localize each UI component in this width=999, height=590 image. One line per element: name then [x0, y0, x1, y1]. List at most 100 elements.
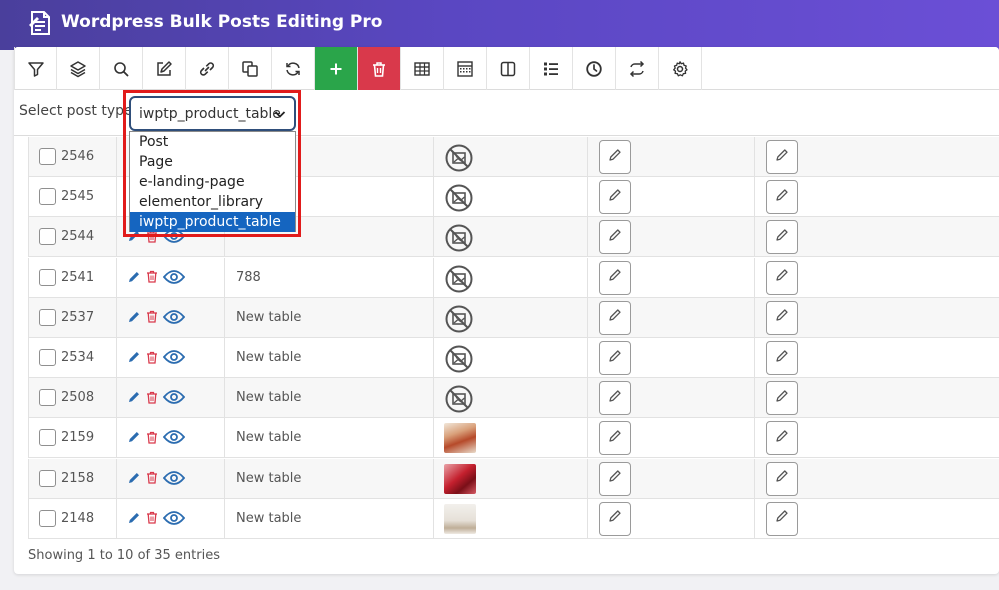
gear-icon	[673, 60, 688, 76]
edit-field-button[interactable]	[766, 180, 798, 215]
edit-field-button[interactable]	[599, 180, 631, 215]
row-checkbox[interactable]	[39, 509, 56, 527]
grid-view-button[interactable]	[444, 47, 487, 90]
refresh-button[interactable]	[272, 47, 315, 90]
eye-icon[interactable]	[162, 429, 186, 450]
edit-field-button[interactable]	[599, 140, 631, 174]
option-post[interactable]: Post	[130, 132, 295, 152]
actions-cell	[117, 257, 225, 298]
pencil-icon	[608, 349, 622, 368]
list-view-button[interactable]	[530, 47, 573, 90]
trash-icon[interactable]	[146, 511, 158, 529]
pencil-icon[interactable]	[127, 270, 141, 289]
edit-field-button[interactable]	[599, 220, 631, 255]
no-image-icon[interactable]	[445, 345, 473, 373]
list-icon	[544, 62, 558, 75]
row-checkbox[interactable]	[39, 228, 56, 246]
trash-icon[interactable]	[146, 230, 158, 248]
id-cell: 2508	[28, 378, 117, 419]
row-checkbox[interactable]	[39, 268, 56, 286]
row-checkbox[interactable]	[39, 429, 56, 447]
no-image-icon[interactable]	[445, 305, 473, 333]
edit-field-button[interactable]	[766, 260, 798, 295]
eye-icon[interactable]	[162, 309, 186, 330]
edit-field-button[interactable]	[599, 461, 631, 496]
edit-field-button[interactable]	[766, 501, 798, 536]
eye-icon[interactable]	[162, 349, 186, 370]
search-button[interactable]	[100, 47, 143, 90]
trash-icon[interactable]	[146, 310, 158, 328]
edit-field-button[interactable]	[766, 421, 798, 456]
edit-field-button[interactable]	[766, 381, 798, 416]
edit-field-button[interactable]	[766, 461, 798, 496]
edit-field-button[interactable]	[599, 421, 631, 456]
no-image-icon[interactable]	[445, 265, 473, 293]
row-checkbox[interactable]	[39, 389, 56, 407]
columns-button[interactable]	[487, 47, 530, 90]
edit-field-button[interactable]	[599, 501, 631, 536]
pencil-icon[interactable]	[127, 511, 141, 530]
link-button[interactable]	[186, 47, 229, 90]
edit-field-button[interactable]	[599, 341, 631, 375]
eye-icon[interactable]	[162, 389, 186, 410]
trash-icon[interactable]	[146, 471, 158, 489]
delete-posts-button[interactable]	[358, 47, 401, 90]
post-thumbnail[interactable]	[444, 423, 476, 454]
no-image-icon[interactable]	[445, 224, 473, 252]
pencil-icon[interactable]	[127, 471, 141, 490]
image-cell	[434, 297, 588, 338]
history-button[interactable]	[573, 47, 616, 90]
post-thumbnail[interactable]	[444, 463, 476, 494]
edit-cell	[755, 298, 999, 338]
pencil-icon[interactable]	[127, 229, 141, 248]
table-view-button[interactable]	[401, 47, 444, 90]
trash-icon[interactable]	[146, 270, 158, 288]
post-thumbnail[interactable]	[444, 503, 476, 534]
edit-field-button[interactable]	[599, 260, 631, 295]
filter-button[interactable]	[14, 47, 57, 90]
row-checkbox[interactable]	[39, 469, 56, 487]
eye-icon[interactable]	[162, 510, 186, 531]
row-checkbox[interactable]	[39, 308, 56, 326]
add-post-button[interactable]	[315, 47, 358, 90]
image-cell	[434, 498, 588, 539]
duplicate-button[interactable]	[229, 47, 272, 90]
actions-cell	[117, 458, 225, 499]
edit-field-button[interactable]	[766, 220, 798, 255]
row-checkbox[interactable]	[39, 148, 56, 165]
no-image-icon[interactable]	[445, 144, 473, 172]
option-iwptp-product-table[interactable]: iwptp_product_table	[130, 212, 295, 232]
row-checkbox[interactable]	[39, 188, 56, 206]
actions-cell	[117, 418, 225, 459]
edit-field-button[interactable]	[766, 140, 798, 174]
option-e-landing-page[interactable]: e-landing-page	[130, 172, 295, 192]
option-page[interactable]: Page	[130, 152, 295, 172]
actions-cell	[117, 297, 225, 338]
swap-button[interactable]	[616, 47, 659, 90]
trash-icon[interactable]	[146, 391, 158, 409]
row-checkbox[interactable]	[39, 349, 56, 366]
post-id: 2534	[61, 350, 95, 365]
pencil-icon	[608, 228, 622, 247]
eye-icon[interactable]	[162, 269, 186, 290]
pencil-icon[interactable]	[127, 310, 141, 329]
edit-field-button[interactable]	[766, 300, 798, 335]
edit-field-button[interactable]	[599, 300, 631, 335]
pencil-icon	[775, 469, 789, 488]
edit-field-button[interactable]	[766, 341, 798, 375]
eye-icon[interactable]	[162, 470, 186, 491]
pencil-icon[interactable]	[127, 350, 141, 369]
trash-icon[interactable]	[146, 351, 158, 369]
no-image-icon[interactable]	[445, 184, 473, 212]
pencil-icon[interactable]	[127, 430, 141, 449]
trash-icon[interactable]	[146, 431, 158, 449]
edit-field-button[interactable]	[599, 381, 631, 416]
title-cell: New table	[225, 338, 434, 378]
layers-button[interactable]	[57, 47, 100, 90]
settings-button[interactable]	[659, 47, 702, 90]
post-type-select[interactable]: iwptp_product_table	[129, 96, 296, 131]
no-image-icon[interactable]	[445, 385, 473, 413]
bulk-edit-button[interactable]	[143, 47, 186, 90]
option-elementor-library[interactable]: elementor_library	[130, 192, 295, 212]
pencil-icon[interactable]	[127, 390, 141, 409]
